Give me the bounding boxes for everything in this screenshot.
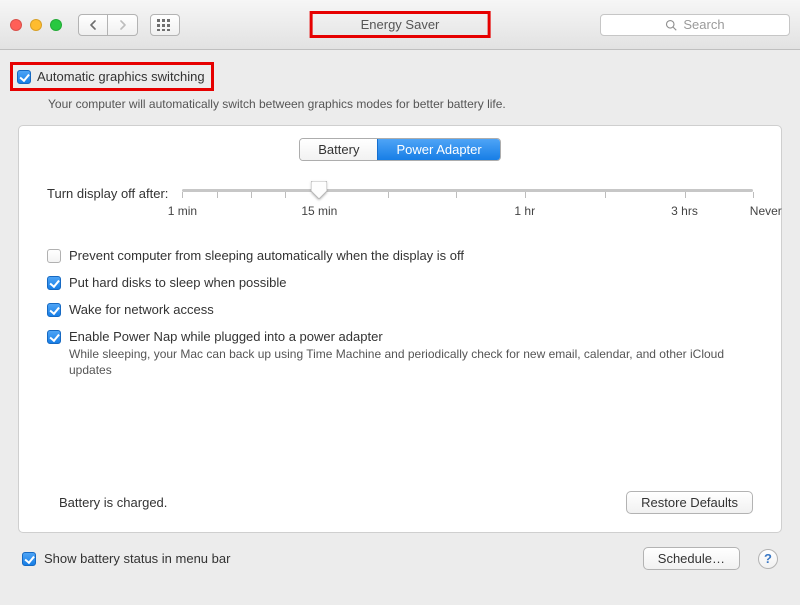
zoom-icon[interactable] <box>50 19 62 31</box>
search-input[interactable]: Search <box>600 14 790 36</box>
window-title: Energy Saver <box>361 17 440 32</box>
opt-wake-network: Wake for network access <box>47 302 753 317</box>
back-button[interactable] <box>78 14 108 36</box>
close-icon[interactable] <box>10 19 22 31</box>
grid-icon <box>157 19 173 31</box>
minimize-icon[interactable] <box>30 19 42 31</box>
bottom-bar: Show battery status in menu bar Schedule… <box>18 533 782 570</box>
auto-graphics-row: Automatic graphics switching <box>18 60 782 93</box>
pane-footer: Battery is charged. Restore Defaults <box>47 491 753 514</box>
opt-wake-network-checkbox[interactable] <box>47 303 61 317</box>
menu-bar-checkbox[interactable] <box>22 552 36 566</box>
annotation-highlight: Energy Saver <box>310 11 491 38</box>
help-button[interactable]: ? <box>758 549 778 569</box>
help-icon: ? <box>764 551 772 566</box>
show-all-button[interactable] <box>150 14 180 36</box>
tick-label: 3 hrs <box>671 204 698 218</box>
settings-pane: Battery Power Adapter Turn display off a… <box>18 125 782 533</box>
tick-label: Never <box>750 204 782 218</box>
opt-power-nap: Enable Power Nap while plugged into a po… <box>47 329 753 378</box>
content: Automatic graphics switching Your comput… <box>0 50 800 584</box>
search-icon <box>665 19 677 31</box>
menu-bar-label: Show battery status in menu bar <box>44 551 230 566</box>
auto-graphics-subtext: Your computer will automatically switch … <box>48 97 782 111</box>
slider-track <box>182 189 753 192</box>
battery-status: Battery is charged. <box>59 495 167 510</box>
display-sleep-label: Turn display off after: <box>47 186 168 201</box>
options-list: Prevent computer from sleeping automatic… <box>47 248 753 378</box>
tab-battery[interactable]: Battery <box>300 139 377 160</box>
tick-label: 1 min <box>168 204 197 218</box>
display-sleep-slider[interactable]: 1 min 15 min 1 hr 3 hrs Never <box>182 183 753 204</box>
search-placeholder: Search <box>683 17 724 32</box>
opt-label: Put hard disks to sleep when possible <box>69 275 287 290</box>
window-title-box: Energy Saver <box>310 11 491 38</box>
tab-power-adapter[interactable]: Power Adapter <box>377 139 499 160</box>
opt-prevent-sleep-checkbox[interactable] <box>47 249 61 263</box>
tick-label: 15 min <box>301 204 337 218</box>
auto-graphics-label: Automatic graphics switching <box>37 69 205 84</box>
opt-label: Prevent computer from sleeping automatic… <box>69 248 464 263</box>
schedule-button[interactable]: Schedule… <box>643 547 740 570</box>
forward-button[interactable] <box>108 14 138 36</box>
auto-graphics-checkbox[interactable] <box>17 70 31 84</box>
search-field-wrap: Search <box>600 14 790 36</box>
window-controls <box>10 19 62 31</box>
titlebar: Energy Saver Search <box>0 0 800 50</box>
opt-hard-disks-checkbox[interactable] <box>47 276 61 290</box>
opt-subtext: While sleeping, your Mac can back up usi… <box>69 346 753 378</box>
opt-label: Enable Power Nap while plugged into a po… <box>69 329 753 344</box>
slider-thumb[interactable] <box>311 181 327 199</box>
restore-defaults-button[interactable]: Restore Defaults <box>626 491 753 514</box>
opt-power-nap-checkbox[interactable] <box>47 330 61 344</box>
tick-label: 1 hr <box>514 204 535 218</box>
annotation-highlight: Automatic graphics switching <box>10 62 214 91</box>
opt-label: Wake for network access <box>69 302 214 317</box>
opt-hard-disks: Put hard disks to sleep when possible <box>47 275 753 290</box>
nav-buttons <box>78 14 138 36</box>
tabs: Battery Power Adapter <box>47 138 753 161</box>
display-sleep-slider-row: Turn display off after: 1 min <box>47 183 753 204</box>
opt-prevent-sleep: Prevent computer from sleeping automatic… <box>47 248 753 263</box>
